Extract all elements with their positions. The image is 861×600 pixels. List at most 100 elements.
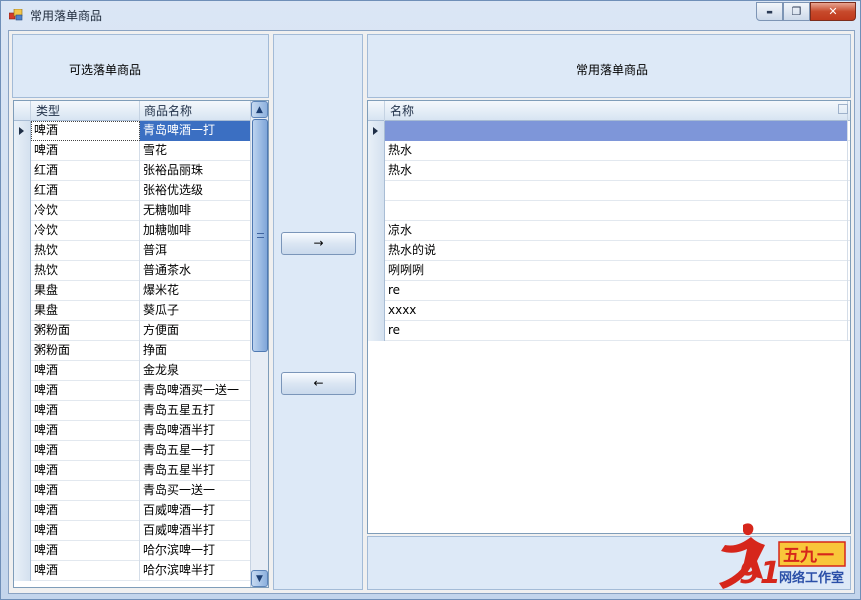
table-row[interactable] bbox=[368, 121, 850, 141]
cell-name[interactable]: 青岛五星一打 bbox=[140, 441, 251, 461]
cell-type[interactable]: 粥粉面 bbox=[31, 341, 140, 361]
table-row[interactable]: 啤酒 雪花 bbox=[14, 141, 268, 161]
cell-type[interactable]: 啤酒 bbox=[31, 441, 140, 461]
table-row[interactable]: 啤酒 青岛啤酒半打 bbox=[14, 421, 268, 441]
cell-name[interactable]: 青岛五星半打 bbox=[140, 461, 251, 481]
table-row[interactable]: 啤酒 青岛五星一打 bbox=[14, 441, 268, 461]
cell-type[interactable]: 啤酒 bbox=[31, 461, 140, 481]
table-row[interactable]: 热饮 普通茶水 bbox=[14, 261, 268, 281]
row-header[interactable] bbox=[14, 521, 31, 541]
cell-type[interactable]: 啤酒 bbox=[31, 121, 140, 141]
cell-name[interactable]: 加糖咖啡 bbox=[140, 221, 251, 241]
row-header[interactable] bbox=[14, 241, 31, 261]
cell-name[interactable]: 葵瓜子 bbox=[140, 301, 251, 321]
table-row[interactable]: 粥粉面 方便面 bbox=[14, 321, 268, 341]
available-items-grid[interactable]: 类型 商品名称 啤酒 青岛啤酒一打 啤酒 雪花 红酒 张裕品丽珠 红酒 张裕优选级 冷饮 无糖咖啡… bbox=[13, 100, 269, 588]
table-row[interactable]: 冷饮 无糖咖啡 bbox=[14, 201, 268, 221]
table-row[interactable]: 热水的说 bbox=[368, 241, 850, 261]
cell-name[interactable]: 青岛啤酒一打 bbox=[140, 121, 251, 141]
cell-type[interactable]: 啤酒 bbox=[31, 381, 140, 401]
cell-type[interactable]: 热饮 bbox=[31, 241, 140, 261]
table-row[interactable]: 啤酒 百威啤酒半打 bbox=[14, 521, 268, 541]
cell-type[interactable]: 啤酒 bbox=[31, 521, 140, 541]
cell-name[interactable]: 百威啤酒一打 bbox=[140, 501, 251, 521]
table-row[interactable]: 红酒 张裕优选级 bbox=[14, 181, 268, 201]
cell-type[interactable]: 冷饮 bbox=[31, 221, 140, 241]
cell-name[interactable]: xxxx bbox=[385, 301, 848, 321]
cell-name[interactable]: 挣面 bbox=[140, 341, 251, 361]
row-header[interactable] bbox=[368, 201, 385, 221]
cell-name[interactable]: 哈尔滨啤一打 bbox=[140, 541, 251, 561]
row-header[interactable] bbox=[368, 121, 385, 141]
row-header[interactable] bbox=[14, 361, 31, 381]
cell-name[interactable]: re bbox=[385, 281, 848, 301]
table-row[interactable]: 啤酒 青岛啤酒买一送一 bbox=[14, 381, 268, 401]
common-items-grid[interactable]: 名称 热水 热水 凉水 热水的说 咧咧咧 re xxxx re bbox=[367, 100, 851, 534]
table-row[interactable]: 啤酒 金龙泉 bbox=[14, 361, 268, 381]
cell-name[interactable]: 百威啤酒半打 bbox=[140, 521, 251, 541]
row-header[interactable] bbox=[14, 121, 31, 141]
minimize-button[interactable]: ▬ bbox=[756, 2, 783, 21]
cell-type[interactable]: 果盘 bbox=[31, 281, 140, 301]
column-header-name[interactable]: 商品名称 bbox=[140, 101, 251, 121]
cell-name[interactable]: re bbox=[385, 321, 848, 341]
cell-type[interactable]: 红酒 bbox=[31, 181, 140, 201]
row-header[interactable] bbox=[368, 321, 385, 341]
column-header-name[interactable]: 名称 bbox=[385, 101, 848, 121]
row-header[interactable] bbox=[368, 241, 385, 261]
row-header[interactable] bbox=[14, 381, 31, 401]
row-header[interactable] bbox=[368, 161, 385, 181]
row-header[interactable] bbox=[14, 301, 31, 321]
cell-name[interactable] bbox=[385, 121, 848, 141]
cell-type[interactable]: 啤酒 bbox=[31, 401, 140, 421]
row-header[interactable] bbox=[14, 421, 31, 441]
close-button[interactable]: ✕ bbox=[810, 2, 856, 21]
row-header[interactable] bbox=[14, 141, 31, 161]
table-row[interactable]: 啤酒 哈尔滨啤半打 bbox=[14, 561, 268, 581]
cell-type[interactable]: 啤酒 bbox=[31, 541, 140, 561]
cell-type[interactable]: 啤酒 bbox=[31, 481, 140, 501]
row-header[interactable] bbox=[14, 261, 31, 281]
row-header[interactable] bbox=[14, 181, 31, 201]
cell-name[interactable]: 青岛啤酒买一送一 bbox=[140, 381, 251, 401]
cell-name[interactable]: 青岛五星五打 bbox=[140, 401, 251, 421]
table-row[interactable]: 果盘 爆米花 bbox=[14, 281, 268, 301]
cell-type[interactable]: 热饮 bbox=[31, 261, 140, 281]
row-header[interactable] bbox=[14, 561, 31, 581]
remove-from-common-button[interactable]: ← bbox=[281, 372, 356, 395]
cell-name[interactable]: 咧咧咧 bbox=[385, 261, 848, 281]
table-row[interactable] bbox=[368, 201, 850, 221]
cell-type[interactable]: 啤酒 bbox=[31, 421, 140, 441]
title-bar[interactable]: 常用落单商品 ▬ ❐ ✕ bbox=[1, 1, 861, 29]
column-chooser-icon[interactable] bbox=[838, 104, 848, 114]
cell-name[interactable]: 爆米花 bbox=[140, 281, 251, 301]
table-row[interactable]: 热水 bbox=[368, 161, 850, 181]
cell-name[interactable]: 张裕品丽珠 bbox=[140, 161, 251, 181]
row-header[interactable] bbox=[14, 541, 31, 561]
row-header[interactable] bbox=[14, 401, 31, 421]
row-header[interactable] bbox=[368, 281, 385, 301]
cell-name[interactable]: 方便面 bbox=[140, 321, 251, 341]
table-row[interactable]: 凉水 bbox=[368, 221, 850, 241]
cell-type[interactable]: 冷饮 bbox=[31, 201, 140, 221]
cell-type[interactable]: 啤酒 bbox=[31, 361, 140, 381]
row-header[interactable] bbox=[14, 281, 31, 301]
row-header[interactable] bbox=[368, 301, 385, 321]
row-header[interactable] bbox=[368, 221, 385, 241]
row-header[interactable] bbox=[14, 161, 31, 181]
cell-name[interactable] bbox=[385, 201, 848, 221]
row-header[interactable] bbox=[14, 441, 31, 461]
table-row[interactable] bbox=[368, 181, 850, 201]
vertical-scrollbar[interactable]: ▲ ▼ bbox=[250, 101, 268, 587]
table-row[interactable]: 粥粉面 挣面 bbox=[14, 341, 268, 361]
table-row[interactable]: 热饮 普洱 bbox=[14, 241, 268, 261]
add-to-common-button[interactable]: → bbox=[281, 232, 356, 255]
table-row[interactable]: 果盘 葵瓜子 bbox=[14, 301, 268, 321]
cell-name[interactable]: 凉水 bbox=[385, 221, 848, 241]
cell-name[interactable]: 热水的说 bbox=[385, 241, 848, 261]
table-row[interactable]: 啤酒 百威啤酒一打 bbox=[14, 501, 268, 521]
cell-name[interactable]: 无糖咖啡 bbox=[140, 201, 251, 221]
table-row[interactable]: 啤酒 哈尔滨啤一打 bbox=[14, 541, 268, 561]
table-row[interactable]: 啤酒 青岛买一送一 bbox=[14, 481, 268, 501]
table-row[interactable]: xxxx bbox=[368, 301, 850, 321]
